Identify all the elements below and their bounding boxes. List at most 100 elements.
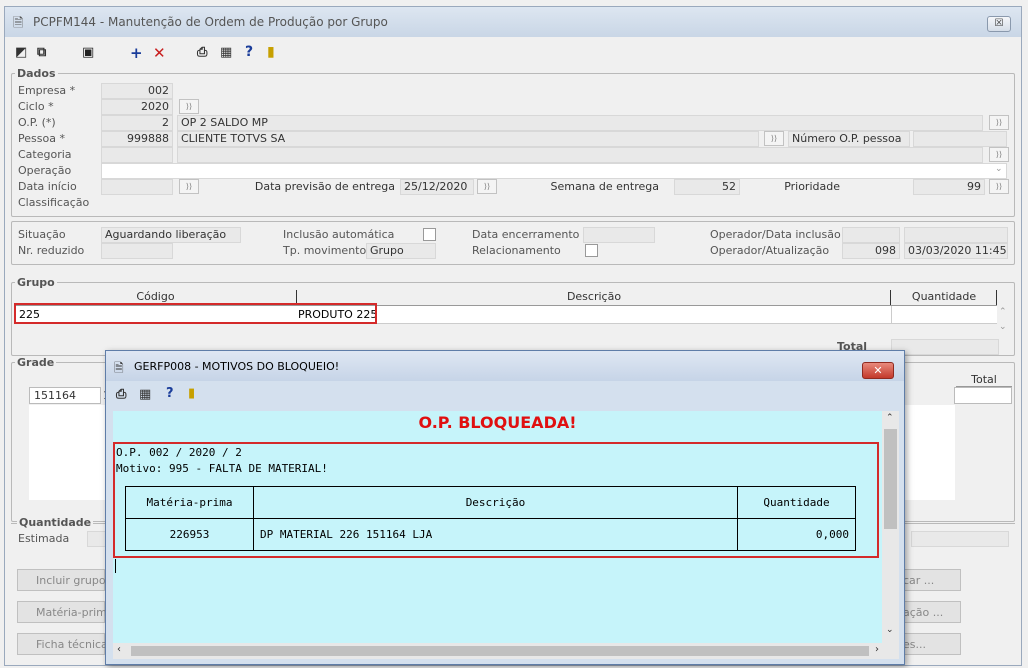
situacao-field: Aguardando liberação	[101, 227, 241, 243]
divider	[891, 306, 892, 324]
copy-icon[interactable]: ⧉	[37, 45, 46, 60]
document-icon: 🗎	[114, 361, 124, 375]
grade-total-field	[954, 387, 1012, 404]
categoria-label: Categoria	[18, 148, 72, 161]
grade-legend: Grade	[15, 356, 57, 369]
right-button-3[interactable]: es...	[900, 633, 961, 655]
lookup-icon[interactable]: ⟩⟩	[764, 131, 784, 146]
ficha-tecnica-button[interactable]: Ficha técnica	[17, 633, 108, 655]
grid-icon[interactable]: ▦	[139, 387, 151, 402]
relacionamento-checkbox[interactable]	[585, 244, 598, 257]
pessoa-label: Pessoa *	[18, 132, 65, 145]
materia-prima-button[interactable]: Matéria-prima	[17, 601, 114, 623]
grupo-total-field	[891, 339, 999, 355]
operador-atualizacao-date: 03/03/2020 11:45:22	[904, 243, 1008, 259]
scroll-right-icon[interactable]: ›	[875, 644, 879, 655]
ciclo-label: Ciclo *	[18, 100, 54, 113]
semana-label: Semana de entrega	[501, 179, 663, 195]
numero-op-pessoa-label: Número O.P. pessoa	[788, 131, 910, 147]
scroll-down-icon[interactable]: ⌄	[886, 625, 894, 635]
empresa-label: Empresa *	[18, 84, 76, 97]
categoria-field[interactable]	[101, 147, 173, 163]
numero-op-pessoa-field[interactable]	[913, 131, 1007, 147]
data-previsao-field[interactable]: 25/12/2020	[400, 179, 474, 195]
prioridade-field[interactable]: 99	[913, 179, 985, 195]
tp-movimento-field: Grupo	[366, 243, 436, 259]
grade-area-left	[29, 405, 109, 500]
pessoa-field[interactable]: 999888	[101, 131, 173, 147]
prioridade-label: Prioridade	[744, 179, 844, 195]
add-icon[interactable]: +	[130, 44, 143, 62]
encerramento-label: Data encerramento	[472, 228, 580, 241]
empresa-field[interactable]: 002	[101, 83, 173, 99]
chevron-down-icon[interactable]: ⌄	[995, 164, 1003, 174]
ciclo-field[interactable]: 2020	[101, 99, 173, 115]
right-button-2[interactable]: ação ...	[900, 601, 961, 623]
col-quantidade[interactable]: Quantidade	[892, 290, 997, 305]
lookup-icon[interactable]: ⟩⟩	[179, 99, 199, 114]
scroll-up-icon[interactable]: ⌃	[886, 413, 894, 423]
modal-content: O.P. BLOQUEADA! O.P. 002 / 2020 / 2 Moti…	[113, 411, 882, 645]
document-icon: 🗎	[13, 16, 24, 31]
incluir-grupo-button[interactable]: Incluir grupo ...	[17, 569, 120, 591]
op-label: O.P. (*)	[18, 116, 56, 129]
dados-legend: Dados	[15, 67, 58, 80]
save-icon[interactable]: ▣	[82, 45, 94, 60]
print-icon[interactable]: ⎙	[116, 387, 126, 402]
encerramento-field	[583, 227, 655, 243]
grade-total-label: Total	[956, 373, 1012, 387]
operador-atualizacao-label: Operador/Atualização	[710, 244, 830, 257]
close-button[interactable]: ☒	[987, 16, 1011, 32]
modal-close-button[interactable]: ✕	[862, 362, 894, 379]
modal-title-bar: 🗎 GERFP008 - MOTIVOS DO BLOQUEIO! ✕	[106, 351, 904, 381]
operacao-select[interactable]	[101, 163, 1007, 179]
help-icon[interactable]: ?	[166, 386, 174, 401]
exit-icon[interactable]: ▮	[188, 386, 195, 401]
data-previsao-label: Data previsão de entrega	[203, 179, 399, 195]
scroll-left-icon[interactable]: ‹	[117, 644, 121, 655]
right-button-1[interactable]: car ...	[900, 569, 961, 591]
print-icon[interactable]: ⎙	[197, 45, 207, 60]
vertical-scrollbar[interactable]: ⌃ ⌄	[882, 411, 899, 645]
calendar-icon[interactable]: ⟩⟩	[179, 179, 199, 194]
estimada-field	[87, 531, 107, 547]
inclusao-checkbox[interactable]	[423, 228, 436, 241]
blocked-heading: O.P. BLOQUEADA!	[418, 413, 577, 432]
grid-icon[interactable]: ▦	[220, 45, 232, 60]
calendar-icon[interactable]: ⟩⟩	[477, 179, 497, 194]
modal-title: GERFP008 - MOTIVOS DO BLOQUEIO!	[134, 360, 340, 373]
scroll-thumb[interactable]	[131, 646, 869, 656]
col-descricao[interactable]: Descrição	[298, 290, 891, 305]
nr-reduzido-field[interactable]	[101, 243, 173, 259]
pessoa-description: CLIENTE TOTVS SA	[177, 131, 759, 147]
highlight-box	[14, 303, 377, 324]
grade-area-right	[905, 405, 955, 500]
operador-inclusao-user	[842, 227, 900, 243]
delete-icon[interactable]: ✕	[153, 44, 166, 62]
motivos-modal: 🗎 GERFP008 - MOTIVOS DO BLOQUEIO! ✕ ⎙ ▦ …	[105, 350, 905, 665]
relacionamento-label: Relacionamento	[472, 244, 561, 257]
lookup-icon[interactable]: ⟩⟩	[989, 179, 1009, 194]
exit-icon[interactable]: ▮	[267, 44, 275, 60]
right-field	[911, 531, 1009, 547]
grade-first-cell[interactable]: 151164	[29, 387, 101, 404]
horizontal-scrollbar[interactable]: ‹ ›	[113, 643, 899, 659]
op-field[interactable]: 2	[101, 115, 173, 131]
text-cursor	[115, 559, 116, 573]
operador-atualizacao-user: 098	[842, 243, 900, 259]
help-icon[interactable]: ?	[245, 44, 253, 60]
scroll-thumb[interactable]	[884, 429, 897, 529]
highlight-box	[113, 442, 879, 558]
title-bar: 🗎 PCPFM144 - Manutenção de Ordem de Prod…	[5, 7, 1021, 37]
scroll-down-icon[interactable]: ⌄	[999, 322, 1007, 332]
semana-field[interactable]: 52	[674, 179, 740, 195]
first-icon[interactable]: ◩	[15, 45, 27, 60]
scroll-up-icon[interactable]: ⌃	[999, 307, 1007, 317]
window-title: PCPFM144 - Manutenção de Ordem de Produç…	[33, 15, 388, 29]
lookup-icon[interactable]: ⟩⟩	[989, 147, 1009, 162]
operador-inclusao-label: Operador/Data inclusão	[710, 228, 841, 241]
situacao-label: Situação	[18, 228, 66, 241]
lookup-icon[interactable]: ⟩⟩	[989, 115, 1009, 130]
data-inicio-field[interactable]	[101, 179, 173, 195]
tp-movimento-label: Tp. movimento	[283, 244, 367, 257]
